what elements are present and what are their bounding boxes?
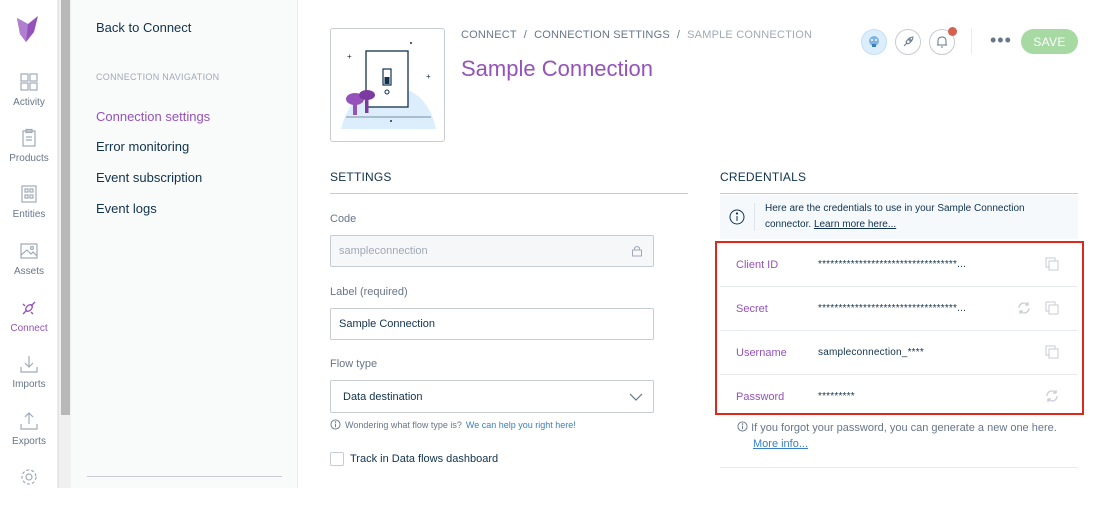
credentials-info-box: Here are the credentials to use in your … xyxy=(720,195,1078,239)
track-dashboard-label: Track in Data flows dashboard xyxy=(350,453,499,465)
rail-label-imports: Imports xyxy=(12,379,46,390)
connection-navigation: Back to Connect CONNECTION NAVIGATION Co… xyxy=(71,0,298,488)
rail-item-products[interactable]: Products xyxy=(0,128,58,178)
breadcrumb-connect[interactable]: CONNECT xyxy=(461,29,517,41)
release-notes-button[interactable] xyxy=(895,29,921,55)
breadcrumb: CONNECT / CONNECTION SETTINGS / SAMPLE C… xyxy=(461,29,812,41)
nav-item-connection-settings[interactable]: Connection settings xyxy=(96,109,210,124)
rail-label-entities: Entities xyxy=(12,209,46,220)
notification-badge xyxy=(948,27,957,36)
imports-icon xyxy=(20,356,38,373)
rail-item-entities[interactable]: Entities xyxy=(0,184,58,234)
breadcrumb-sample-connection: SAMPLE CONNECTION xyxy=(687,29,813,41)
assets-icon xyxy=(20,243,38,259)
chevron-down-icon xyxy=(629,393,643,401)
rocket-icon xyxy=(903,36,914,47)
code-field: sampleconnection xyxy=(330,235,654,267)
rail-label-assets: Assets xyxy=(13,266,44,277)
navigation-caption: CONNECTION NAVIGATION xyxy=(96,72,220,82)
more-actions-button[interactable]: ••• xyxy=(990,30,1012,51)
activity-icon xyxy=(20,73,38,91)
svg-text:+: + xyxy=(426,72,431,81)
rail-item-activity[interactable]: Activity xyxy=(0,72,58,122)
exports-icon xyxy=(20,412,38,430)
label-label: Label (required) xyxy=(330,286,408,298)
breadcrumb-separator: / xyxy=(523,29,528,41)
learn-more-link[interactable]: Learn more here... xyxy=(814,219,896,230)
credentials-divider xyxy=(720,193,1078,194)
flow-type-select[interactable]: Data destination xyxy=(330,380,654,413)
notifications-button[interactable] xyxy=(929,27,957,55)
settings-divider xyxy=(330,193,688,194)
rail-label-products: Products xyxy=(9,153,49,164)
main-navigation-rail: Activity Products Entities Assets Connec… xyxy=(0,0,58,488)
connect-icon xyxy=(22,301,36,315)
entities-icon xyxy=(21,185,37,203)
bell-icon xyxy=(937,36,947,48)
help-icon xyxy=(869,36,879,47)
svg-text:+: + xyxy=(347,52,352,61)
info-icon xyxy=(729,209,745,225)
gear-icon xyxy=(21,469,37,485)
scrollbar[interactable] xyxy=(58,0,71,488)
rail-label-connect: Connect xyxy=(10,323,48,334)
save-button[interactable]: SAVE xyxy=(1021,29,1078,54)
divider xyxy=(720,467,1078,468)
rail-item-assets[interactable]: Assets xyxy=(0,241,58,291)
code-label: Code xyxy=(330,213,357,225)
nav-item-error-monitoring[interactable]: Error monitoring xyxy=(96,139,189,154)
forgot-password-note: If you forgot your password, you can gen… xyxy=(737,420,1077,452)
connection-illustration-image: + + xyxy=(341,42,436,129)
forgot-text: If you forgot your password, you can gen… xyxy=(751,422,1057,434)
connection-illustration: + + xyxy=(330,28,445,142)
rail-item-connect[interactable]: Connect xyxy=(0,298,58,348)
header-divider xyxy=(971,28,972,54)
breadcrumb-separator: / xyxy=(676,29,681,41)
products-icon xyxy=(22,128,36,147)
page-title: Sample Connection xyxy=(461,56,654,81)
more-info-link[interactable]: More info... xyxy=(753,438,808,450)
label-field[interactable] xyxy=(330,308,654,340)
code-value: sampleconnection xyxy=(339,245,428,257)
akeneo-logo-icon[interactable] xyxy=(14,14,42,44)
rail-item-exports[interactable]: Exports xyxy=(0,411,58,461)
lock-icon xyxy=(632,246,642,257)
help-button[interactable] xyxy=(861,29,887,55)
settings-section-title: SETTINGS xyxy=(330,170,392,184)
hint-link[interactable]: We can help you right here! xyxy=(466,420,576,430)
info-icon xyxy=(737,421,748,432)
breadcrumb-connection-settings[interactable]: CONNECTION SETTINGS xyxy=(534,29,670,41)
info-icon xyxy=(330,419,341,430)
track-dashboard-checkbox[interactable]: Track in Data flows dashboard xyxy=(330,452,498,466)
rail-label-exports: Exports xyxy=(12,436,46,447)
back-to-connect-link[interactable]: Back to Connect xyxy=(96,20,191,35)
credentials-highlight-box xyxy=(715,241,1084,415)
nav-item-event-logs[interactable]: Event logs xyxy=(96,201,157,216)
divider xyxy=(87,476,282,477)
flow-type-hint: Wondering what flow type is? We can help… xyxy=(330,419,576,430)
rail-item-settings[interactable] xyxy=(0,467,58,517)
hint-text: Wondering what flow type is? xyxy=(345,419,462,430)
nav-item-event-subscription[interactable]: Event subscription xyxy=(96,170,202,185)
rail-item-imports[interactable]: Imports xyxy=(0,354,58,404)
scrollbar-thumb[interactable] xyxy=(61,0,70,415)
checkbox[interactable] xyxy=(330,452,344,466)
flow-type-value: Data destination xyxy=(343,390,423,403)
rail-label-activity: Activity xyxy=(13,97,45,108)
credentials-section-title: CREDENTIALS xyxy=(720,170,807,184)
flow-type-label: Flow type xyxy=(330,358,378,370)
